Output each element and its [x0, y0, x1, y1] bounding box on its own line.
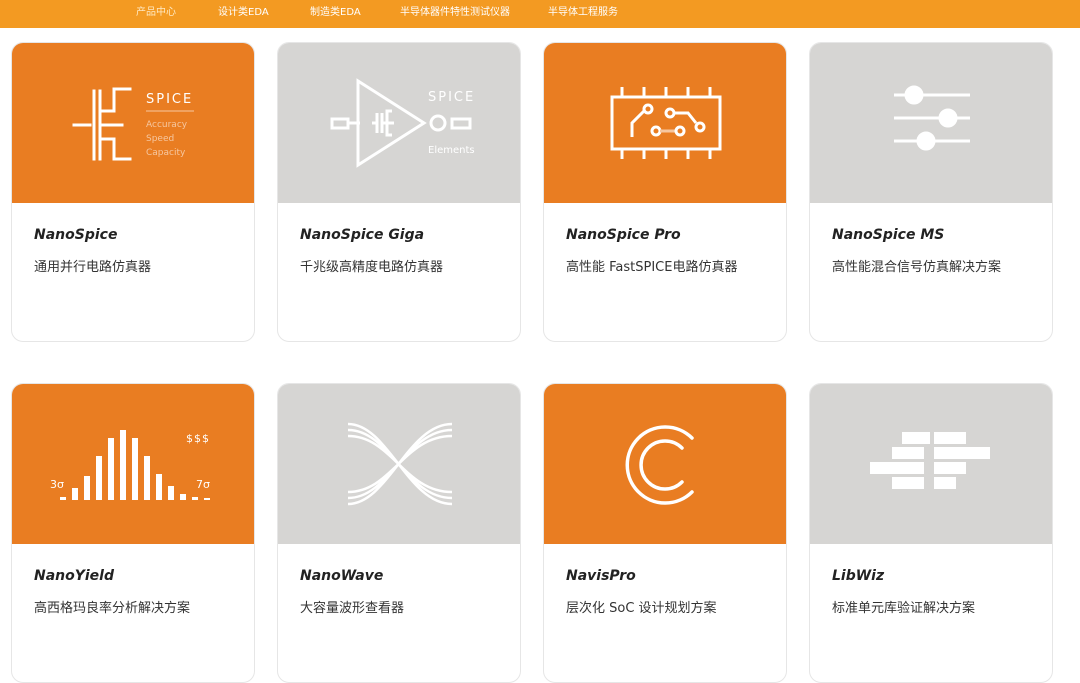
product-description: 高性能混合信号仿真解决方案 — [832, 260, 1002, 275]
product-name: NanoWave — [300, 568, 384, 584]
product-card-navispro[interactable]: NavisPro 层次化 SoC 设计规划方案 — [543, 383, 787, 683]
art-label-7-sigma: 7σ — [196, 478, 210, 491]
top-nav: 产品中心 设计类EDA 制造类EDA 半导体器件特性测试仪器 半导体工程服务 — [0, 0, 1080, 28]
art-label-spice: SPICE — [428, 90, 475, 105]
product-card-nanoyield[interactable]: $$$ 3σ 7σ NanoYield 高西格玛良率分析解决方案 — [11, 383, 255, 683]
art-label-elements: Elements — [428, 145, 475, 156]
product-name: LibWiz — [832, 568, 885, 584]
product-description: 层次化 SoC 设计规划方案 — [566, 601, 717, 616]
chip-circuit-icon — [610, 87, 722, 159]
sliders-icon — [894, 85, 970, 151]
card-thumbnail: SPICE Elements — [278, 43, 520, 203]
product-name: NavisPro — [566, 568, 636, 584]
card-thumbnail — [544, 384, 786, 544]
card-thumbnail — [810, 384, 1052, 544]
distribution-bars-icon: $$$ 3σ 7σ — [50, 430, 210, 500]
card-thumbnail — [810, 43, 1052, 203]
nav-item-manufacturing-eda[interactable]: 制造类EDA — [310, 0, 361, 26]
art-label-speed: Speed — [146, 134, 174, 144]
product-card-nanospice-giga[interactable]: SPICE Elements NanoSpice Giga 千兆级高精度电路仿真… — [277, 42, 521, 342]
product-description: 通用并行电路仿真器 — [34, 260, 152, 275]
card-thumbnail — [544, 43, 786, 203]
nav-item-engineering-services[interactable]: 半导体工程服务 — [548, 0, 618, 26]
art-label-accuracy: Accuracy — [146, 120, 188, 130]
product-card-nanospice-pro[interactable]: NanoSpice Pro 高性能 FastSPICE电路仿真器 — [543, 42, 787, 342]
product-card-nanowave[interactable]: NanoWave 大容量波形查看器 — [277, 383, 521, 683]
nav-item-test-instruments[interactable]: 半导体器件特性测试仪器 — [400, 0, 510, 26]
concentric-arcs-icon — [625, 425, 694, 505]
product-description: 大容量波形查看器 — [300, 601, 405, 616]
art-label-spice: SPICE — [146, 92, 193, 107]
product-name: NanoSpice — [34, 227, 118, 243]
product-name: NanoYield — [34, 568, 115, 584]
product-name: NanoSpice Pro — [566, 227, 681, 243]
card-thumbnail: SPICE Accuracy Speed Capacity — [12, 43, 254, 203]
card-thumbnail — [278, 384, 520, 544]
product-card-nanospice-ms[interactable]: NanoSpice MS 高性能混合信号仿真解决方案 — [809, 42, 1053, 342]
product-description: 千兆级高精度电路仿真器 — [300, 260, 444, 275]
product-description: 高西格玛良率分析解决方案 — [34, 601, 191, 616]
art-label-dollars: $$$ — [186, 432, 210, 445]
product-card-libwiz[interactable]: LibWiz 标准单元库验证解决方案 — [809, 383, 1053, 683]
spice-elements-amplifier-icon: SPICE Elements — [330, 78, 475, 168]
spice-transistor-icon: SPICE Accuracy Speed Capacity — [72, 87, 194, 161]
waveform-icon — [347, 422, 453, 506]
card-thumbnail: $$$ 3σ 7σ — [12, 384, 254, 544]
product-name: NanoSpice Giga — [300, 227, 425, 243]
product-name: NanoSpice MS — [832, 227, 945, 243]
art-label-capacity: Capacity — [146, 148, 186, 158]
art-label-3-sigma: 3σ — [50, 478, 64, 491]
product-description: 高性能 FastSPICE电路仿真器 — [566, 260, 738, 275]
nav-item-design-eda[interactable]: 设计类EDA — [218, 0, 269, 26]
product-card-nanospice[interactable]: SPICE Accuracy Speed Capacity NanoSpice … — [11, 42, 255, 342]
product-description: 标准单元库验证解决方案 — [832, 601, 976, 616]
nav-item-product-center[interactable]: 产品中心 — [136, 0, 176, 26]
brick-blocks-icon — [870, 432, 990, 489]
